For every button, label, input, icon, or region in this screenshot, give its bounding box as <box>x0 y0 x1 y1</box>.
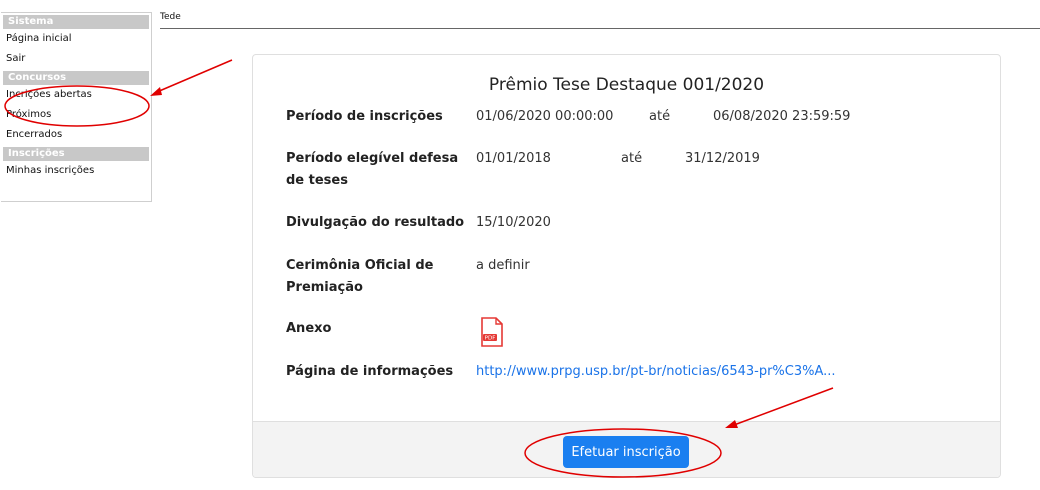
value-defesa-sep: até <box>621 151 643 166</box>
label-anexo: Anexo <box>286 321 332 336</box>
annotation-arrow-sidebar-line <box>156 59 233 93</box>
value-divulgacao: 15/10/2020 <box>476 215 551 230</box>
value-inscricoes-start: 01/06/2020 00:00:00 <box>476 109 614 124</box>
card-title: Prêmio Tese Destaque 001/2020 <box>488 75 765 95</box>
value-defesa-start: 01/01/2018 <box>476 151 551 166</box>
sidebar-menu: Sistema Página inicial Sair Concursos In… <box>1 12 152 202</box>
value-cerimonia: a definir <box>476 258 530 273</box>
sidebar-item-proximos[interactable]: Próximos <box>1 105 151 125</box>
sidebar-section-sistema: Sistema <box>3 15 149 29</box>
value-inscricoes-end: 06/08/2020 23:59:59 <box>713 109 851 124</box>
sidebar-item-sair[interactable]: Sair <box>1 49 151 69</box>
sidebar-item-inscricoes-abertas[interactable]: Incrições abertas <box>1 85 151 105</box>
sidebar-item-pagina-inicial[interactable]: Página inicial <box>1 29 151 49</box>
label-periodo-defesa: Período elegível defesa de teses <box>286 151 459 188</box>
sidebar-item-encerrados[interactable]: Encerrados <box>1 125 151 145</box>
value-defesa-end: 31/12/2019 <box>685 151 760 166</box>
contest-card: Prêmio Tese Destaque 001/2020 Período de… <box>252 54 1001 478</box>
value-inscricoes-sep: até <box>649 109 671 124</box>
label-cerimonia: Cerimônia Oficial de Premiação <box>286 258 434 295</box>
info-page-link[interactable]: http://www.prpg.usp.br/pt-br/noticias/65… <box>476 361 836 383</box>
label-divulgacao: Divulgação do resultado <box>286 215 465 230</box>
sidebar-item-minhas-inscricoes[interactable]: Minhas inscrições <box>1 161 151 181</box>
sidebar-section-inscricoes: Inscrições <box>3 147 149 161</box>
label-pagina-informacoes: Página de informações <box>286 364 454 379</box>
card-footer: Efetuar inscrição <box>253 421 1000 477</box>
efetuar-inscricao-button[interactable]: Efetuar inscrição <box>563 436 689 468</box>
sidebar-section-concursos: Concursos <box>3 71 149 85</box>
app-title: Tede <box>160 12 181 22</box>
top-bar: Tede <box>160 12 1040 29</box>
label-periodo-inscricoes: Período de inscrições <box>286 109 443 124</box>
pdf-icon-label: PDF <box>485 336 496 342</box>
pdf-file-icon[interactable]: PDF <box>481 317 503 347</box>
